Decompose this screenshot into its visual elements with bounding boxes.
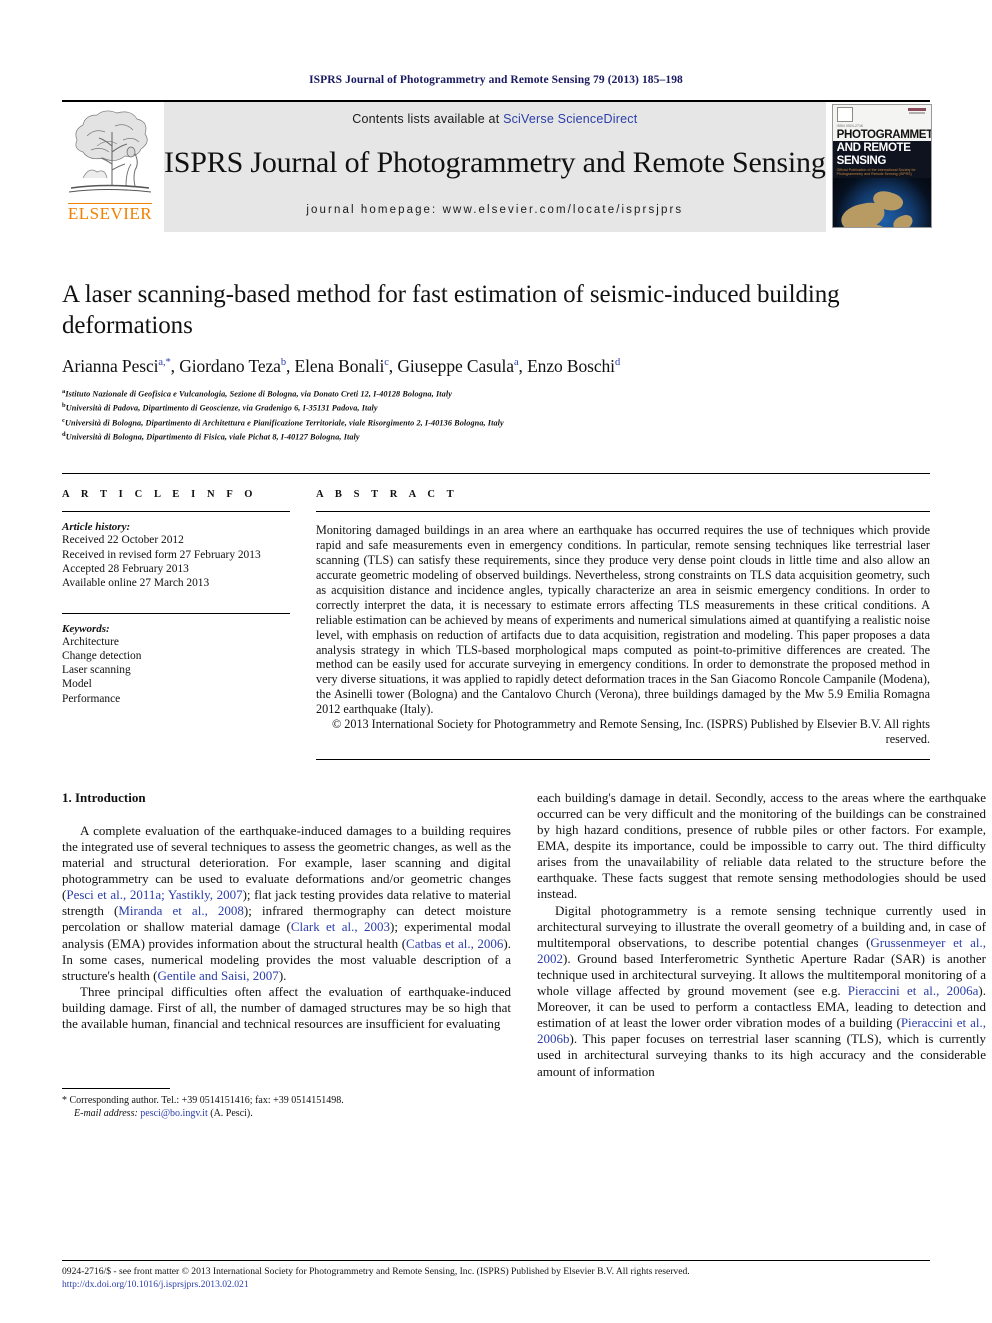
author-affiliation-mark: d: [614, 357, 621, 369]
abstract-column: A B S T R A C T Monitoring damaged build…: [316, 474, 930, 760]
abstract-rule: [316, 511, 930, 513]
author-affiliation-mark: a,*: [158, 357, 171, 369]
journal-band: Contents lists available at SciVerse Sci…: [164, 102, 826, 232]
keywords-lines: Architecture Change detection Laser scanni…: [62, 635, 290, 706]
article-history-label: Article history:: [62, 521, 131, 534]
keywords-label: Keywords:: [62, 622, 110, 635]
article-info-heading: A R T I C L E I N F O: [62, 489, 258, 501]
keyword-item: Architecture: [62, 635, 119, 648]
corresponding-author-note: * Corresponding author. Tel.: +39 051415…: [62, 1094, 344, 1106]
article-history-item: Available online 27 March 2013: [62, 577, 210, 590]
article-history-item: Accepted 28 February 2013: [62, 562, 189, 575]
affiliation-item: dUniversità di Bologna, Dipartimento di …: [62, 430, 360, 442]
abstract-body: Monitoring damaged buildings in an area …: [316, 523, 930, 717]
cover-title-line1: PHOTOGRAMMETRY: [832, 128, 931, 141]
elsevier-wordmark: ELSEVIER: [67, 203, 153, 223]
sciencedirect-link[interactable]: SciVerse ScienceDirect: [503, 112, 637, 126]
article-info-rule: [62, 511, 290, 513]
journal-cover-thumbnail: ISSN 0924-2716 PHOTOGRAMMETRY AND REMOTE…: [831, 104, 932, 228]
contents-available-line: Contents lists available at SciVerse Sci…: [352, 112, 637, 126]
author-name: Enzo Boschi: [527, 356, 615, 376]
abstract-heading: A B S T R A C T: [316, 489, 459, 501]
journal-title: ISPRS Journal of Photogrammetry and Remo…: [164, 146, 826, 179]
article-history-item: Received 22 October 2012: [62, 534, 184, 547]
paragraph: Digital photogrammetry is a remote sensi…: [537, 902, 986, 1079]
contents-prefix: Contents lists available at: [352, 112, 504, 126]
paragraph: each building's damage in detail. Second…: [537, 789, 986, 902]
running-head: ISPRS Journal of Photogrammetry and Remo…: [309, 74, 683, 86]
abstract-copyright: © 2013 International Society for Photogr…: [331, 717, 930, 746]
keywords-block: Keywords: Architecture Change detection La…: [62, 612, 290, 706]
affiliation-list: aIstituto Nazionale di Geofisica e Vulca…: [62, 386, 930, 443]
citation-link[interactable]: Miranda et al., 2008: [118, 903, 244, 918]
intro-right-paragraphs: each building's damage in detail. Second…: [537, 790, 986, 1080]
keyword-item: Performance: [62, 692, 121, 705]
intro-left-paragraphs: A complete evaluation of the earthquake-…: [62, 823, 511, 1032]
body-column-left: 1. Introduction A complete evaluation of…: [62, 790, 511, 1120]
footnote-rule: [62, 1087, 170, 1089]
body-column-right: each building's damage in detail. Second…: [537, 790, 986, 1120]
author-name: Giordano Teza: [179, 356, 281, 376]
author-affiliation-mark: b: [280, 357, 286, 369]
paragraph: A complete evaluation of the earthquake-…: [62, 822, 511, 983]
issn-copyright-line: 0924-2716/$ - see front matter © 2013 In…: [62, 1266, 690, 1277]
keywords-rule: [62, 612, 290, 614]
cover-subtitle: Official Publication of the Internationa…: [832, 167, 931, 178]
elsevier-logo: ELSEVIER: [62, 102, 158, 232]
cover-elsevier-logo-icon: [907, 108, 927, 121]
citation-link[interactable]: Clark et al., 2003: [291, 919, 390, 934]
keyword-item: Model: [62, 678, 92, 691]
article-history-item: Received in revised form 27 February 201…: [62, 548, 261, 561]
cover-title-line2: AND REMOTE SENSING: [832, 141, 931, 167]
elsevier-tree-icon: [68, 110, 152, 193]
email-note: E-mail address: pesci@bo.ingv.it (A. Pes…: [62, 1107, 511, 1120]
body-columns: 1. Introduction A complete evaluation of…: [62, 790, 986, 1120]
affiliation-item: bUniversità di Padova, Dipartimento di G…: [62, 402, 378, 414]
affiliation-item: cUniversità di Bologna, Dipartimento di …: [62, 416, 504, 428]
author-affiliation-mark: a: [513, 357, 519, 369]
affiliation-item: aIstituto Nazionale di Geofisica e Vulca…: [62, 388, 452, 399]
author-name: Elena Bonali: [294, 356, 385, 376]
author-name: Giuseppe Casula: [397, 356, 514, 376]
section-heading-introduction: 1. Introduction: [62, 789, 146, 805]
citation-link[interactable]: Pieraccini et al., 2006a: [848, 983, 979, 998]
author-name: Arianna Pesci: [62, 356, 159, 376]
page-title: A laser scanning-based method for fast e…: [62, 281, 840, 339]
info-abstract-section: A R T I C L E I N F O Article history: R…: [62, 473, 930, 760]
email-label: E-mail address:: [74, 1107, 138, 1119]
page-footer: 0924-2716/$ - see front matter © 2013 In…: [62, 1260, 930, 1290]
citation-link[interactable]: Pieraccini et al., 2006b: [537, 1015, 986, 1046]
article-info-column: A R T I C L E I N F O Article history: R…: [62, 474, 290, 760]
cover-top-bar: [832, 105, 931, 124]
doi-link[interactable]: http://dx.doi.org/10.1016/j.isprsjprs.20…: [62, 1279, 930, 1290]
journal-masthead: ELSEVIER Contents lists available at Sci…: [62, 100, 932, 232]
cover-globe-image: [832, 178, 931, 227]
article-history-lines: Received 22 October 2012 Received in revi…: [62, 533, 290, 590]
author-affiliation-mark: c: [384, 357, 389, 369]
email-suffix: (A. Pesci).: [210, 1107, 253, 1119]
keyword-item: Laser scanning: [62, 664, 131, 677]
journal-homepage-link[interactable]: journal homepage: www.elsevier.com/locat…: [306, 204, 683, 216]
author-list: Arianna Pescia,*, Giordano Tezab, Elena …: [62, 356, 621, 376]
citation-link[interactable]: Grussenmeyer et al., 2002: [537, 935, 986, 966]
cover-isprs-logo-icon: [836, 107, 853, 122]
paper-page: ISPRS Journal of Photogrammetry and Remo…: [0, 0, 992, 1323]
citation-link[interactable]: Pesci et al., 2011a; Yastikly, 2007: [66, 887, 242, 902]
email-link[interactable]: pesci@bo.ingv.it: [140, 1108, 207, 1119]
citation-link[interactable]: Catbas et al., 2006: [406, 936, 503, 951]
keyword-item: Change detection: [62, 649, 142, 662]
citation-link[interactable]: Gentile and Saisi, 2007: [157, 968, 278, 983]
footnote-block: * Corresponding author. Tel.: +39 051415…: [62, 1087, 511, 1120]
paragraph: Three principal difficulties often affec…: [62, 983, 511, 1032]
article-title-block: A laser scanning-based method for fast e…: [62, 279, 930, 443]
abstract-bottom-rule: [316, 758, 930, 760]
